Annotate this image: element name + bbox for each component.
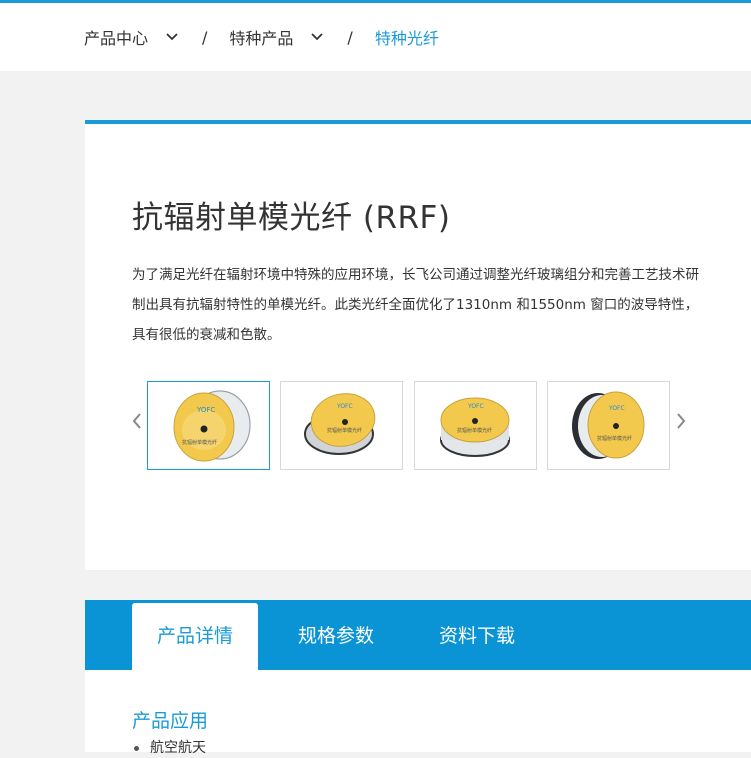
gallery-thumbnail[interactable]: YOFC 抗辐射单模光纤 — [147, 381, 270, 470]
breadcrumb-item-product-center[interactable]: 产品中心 — [84, 25, 182, 49]
chevron-right-icon[interactable] — [673, 410, 689, 432]
spool-logo: YOFC — [608, 405, 625, 412]
breadcrumb-separator: / — [347, 27, 353, 47]
spool-label: 抗辐射单模光纤 — [182, 439, 217, 446]
product-title: 抗辐射单模光纤 (RRF) — [132, 200, 451, 236]
chevron-down-icon — [311, 33, 324, 41]
spool-logo: YOFC — [467, 403, 484, 410]
product-detail-panel: 产品应用 航空航天 — [85, 670, 751, 756]
fiber-spool-image: YOFC 抗辐射单模光纤 — [304, 393, 376, 455]
chevron-left-icon[interactable] — [129, 410, 145, 432]
tab-specifications[interactable]: 规格参数 — [281, 603, 391, 670]
breadcrumb-label: 产品中心 — [84, 29, 149, 48]
spool-label: 抗辐射单模光纤 — [457, 427, 492, 434]
spool-label: 抗辐射单模光纤 — [327, 427, 362, 434]
breadcrumb-separator: / — [202, 27, 208, 47]
breadcrumb-current[interactable]: 特种光纤 — [375, 25, 439, 49]
breadcrumb-item-special-products[interactable]: 特种产品 — [229, 25, 327, 49]
product-description: 为了满足光纤在辐射环境中特殊的应用环境，长飞公司通过调整光纤玻璃组分和完善工艺技… — [132, 267, 699, 343]
fiber-spool-image: YOFC 抗辐射单模光纤 — [572, 391, 645, 459]
list-item: 航空航天 — [132, 738, 206, 758]
spool-logo: YOFC — [336, 403, 353, 410]
spool-label: 抗辐射单模光纤 — [597, 435, 632, 442]
section-title: 产品应用 — [132, 710, 209, 732]
breadcrumb-bar: 产品中心 / 特种产品 / 特种光纤 — [0, 3, 751, 71]
gallery-thumbnail[interactable]: YOFC 抗辐射单模光纤 — [414, 381, 537, 470]
gallery-thumbnail[interactable]: YOFC 抗辐射单模光纤 — [547, 381, 670, 470]
product-tab-bar: 产品详情 规格参数 资料下载 — [85, 600, 751, 670]
breadcrumb-label: 特种产品 — [229, 29, 294, 48]
chevron-down-icon — [166, 33, 178, 41]
fiber-spool-image: YOFC 抗辐射单模光纤 — [440, 397, 510, 457]
fiber-spool-image: YOFC 抗辐射单模光纤 — [173, 390, 251, 462]
gallery-thumbnail[interactable]: YOFC 抗辐射单模光纤 — [280, 381, 403, 470]
tab-downloads[interactable]: 资料下载 — [422, 603, 532, 670]
tab-product-details[interactable]: 产品详情 — [132, 603, 258, 670]
breadcrumb: 产品中心 / 特种产品 / 特种光纤 — [84, 3, 439, 71]
spool-logo: YOFC — [196, 406, 215, 414]
product-card: 抗辐射单模光纤 (RRF) 为了满足光纤在辐射环境中特殊的应用环境，长飞公司通过… — [85, 120, 751, 570]
application-list: 航空航天 — [132, 738, 206, 758]
